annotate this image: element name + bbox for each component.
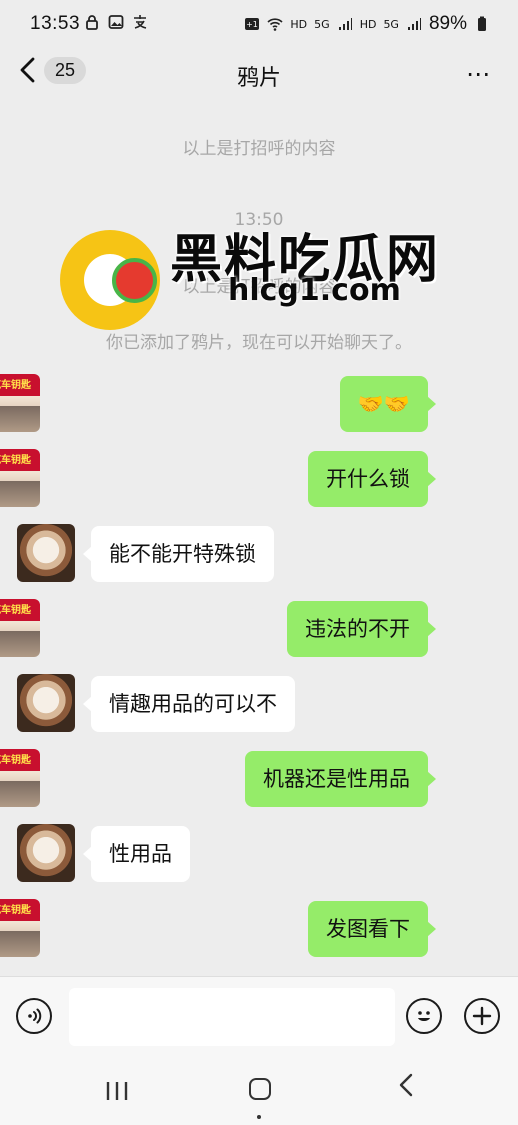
status-time: 13:53 bbox=[30, 13, 81, 34]
contact-avatar[interactable] bbox=[17, 674, 75, 732]
hd-label-2: HD bbox=[359, 17, 377, 31]
voice-input-button[interactable] bbox=[16, 998, 52, 1034]
smiley-icon bbox=[418, 1011, 430, 1021]
vpn-key-icon: +1 bbox=[245, 18, 260, 30]
contact-message-bubble[interactable]: 能不能开特殊锁 bbox=[83, 526, 274, 582]
gallery-icon bbox=[108, 15, 124, 29]
my-avatar[interactable]: 汽车钥匙 bbox=[0, 749, 40, 807]
nav-indicator-dot bbox=[257, 1115, 261, 1119]
message-row: 机器还是性用品 汽车钥匙 bbox=[0, 749, 518, 809]
chat-header: 25 鸦片 ⋯ bbox=[0, 50, 518, 108]
message-row: 能不能开特殊锁 bbox=[0, 524, 518, 584]
my-message-bubble[interactable]: 开什么锁 bbox=[308, 451, 436, 507]
alipay-icon bbox=[134, 15, 147, 29]
message-row: 性用品 bbox=[0, 824, 518, 884]
signal-5g-label-2: 5G bbox=[383, 17, 399, 31]
message-input[interactable] bbox=[69, 988, 395, 1046]
watermark-url: hlcg1.com bbox=[228, 273, 401, 308]
recents-icon[interactable] bbox=[104, 1079, 130, 1103]
my-avatar[interactable]: 汽车钥匙 bbox=[0, 374, 40, 432]
signal-icon bbox=[338, 18, 352, 30]
svg-text:+1: +1 bbox=[247, 20, 259, 29]
nav-back-icon[interactable] bbox=[396, 1070, 416, 1100]
my-message-bubble[interactable]: 违法的不开 bbox=[287, 601, 436, 657]
contact-message-bubble[interactable]: 性用品 bbox=[83, 826, 190, 882]
status-bar: 13:53 +1 HD 5G HD 5G 89% bbox=[0, 0, 518, 50]
battery-icon bbox=[478, 16, 486, 31]
watermark-logo-icon bbox=[60, 230, 160, 330]
my-message-bubble[interactable]: 机器还是性用品 bbox=[245, 751, 436, 807]
message-row: 开什么锁 汽车钥匙 bbox=[0, 449, 518, 509]
message-row: 违法的不开 汽车钥匙 bbox=[0, 599, 518, 659]
battery-percent: 89% bbox=[428, 13, 467, 34]
contact-avatar[interactable] bbox=[17, 824, 75, 882]
my-message-bubble[interactable]: 🤝🤝 bbox=[339, 376, 437, 432]
my-avatar[interactable]: 汽车钥匙 bbox=[0, 899, 40, 957]
my-avatar[interactable]: 汽车钥匙 bbox=[0, 449, 40, 507]
message-row: 情趣用品的可以不 bbox=[0, 674, 518, 734]
lock-icon bbox=[86, 15, 98, 30]
message-row: 发图看下 汽车钥匙 bbox=[0, 899, 518, 959]
my-message-bubble[interactable]: 发图看下 bbox=[308, 901, 436, 957]
chat-title: 鸦片 bbox=[236, 66, 281, 91]
message-row: 🤝🤝 汽车钥匙 bbox=[0, 374, 518, 434]
my-avatar[interactable]: 汽车钥匙 bbox=[0, 599, 40, 657]
plus-icon bbox=[472, 1006, 492, 1026]
contact-message-bubble[interactable]: 情趣用品的可以不 bbox=[83, 676, 295, 732]
contact-avatar[interactable] bbox=[17, 524, 75, 582]
more-options-button[interactable]: ⋯ bbox=[466, 60, 492, 88]
signal-icon-2 bbox=[407, 18, 421, 30]
watermark-overlay: 黑料吃瓜网 hlcg1.com bbox=[60, 225, 460, 335]
status-left-icons bbox=[84, 14, 148, 30]
system-nav-bar bbox=[0, 1054, 518, 1125]
emoji-button[interactable] bbox=[406, 998, 442, 1034]
input-bar bbox=[0, 976, 518, 1055]
home-button[interactable] bbox=[249, 1078, 271, 1100]
status-right-icons: +1 HD 5G HD 5G 89% bbox=[244, 13, 490, 35]
hd-label-1: HD bbox=[290, 17, 308, 31]
system-greeting-top: 以上是打招呼的内容 bbox=[182, 139, 336, 159]
wifi-icon bbox=[267, 18, 283, 31]
more-functions-button[interactable] bbox=[464, 998, 500, 1034]
voice-icon bbox=[28, 1008, 42, 1024]
signal-5g-label-1: 5G bbox=[314, 17, 330, 31]
